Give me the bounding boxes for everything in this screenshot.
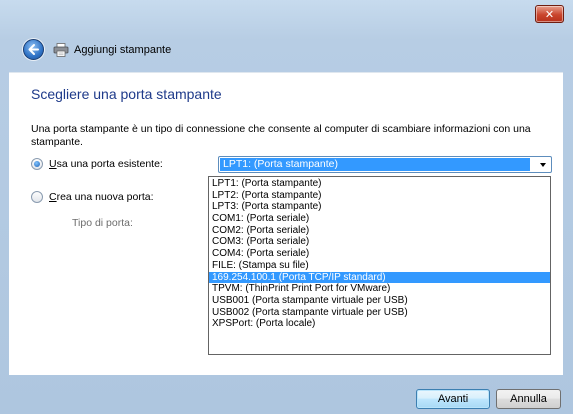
page-description: Una porta stampante è un tipo di conness… xyxy=(31,123,531,148)
port-option-highlighted[interactable]: 169.254.100.1 (Porta TCP/IP standard) xyxy=(209,271,550,284)
back-button[interactable] xyxy=(23,39,44,60)
port-option[interactable]: USB001 (Porta stampante virtuale per USB… xyxy=(209,295,550,307)
radio-existing-port-indicator[interactable] xyxy=(31,158,43,170)
chevron-down-icon[interactable] xyxy=(540,163,546,167)
back-arrow-icon xyxy=(28,44,39,55)
printer-icon xyxy=(53,43,69,57)
port-option[interactable]: FILE: (Stampa su file) xyxy=(209,260,550,272)
port-option[interactable]: XPSPort: (Porta locale) xyxy=(209,318,550,330)
port-option[interactable]: LPT3: (Porta stampante) xyxy=(209,201,550,213)
port-option[interactable]: COM3: (Porta seriale) xyxy=(209,236,550,248)
window-title: Aggiungi stampante xyxy=(74,44,172,56)
radio-new-port-indicator[interactable] xyxy=(31,191,43,203)
port-dropdown-list[interactable]: LPT1: (Porta stampante) LPT2: (Porta sta… xyxy=(208,176,551,355)
radio-existing-port-label: Usa una porta esistente: xyxy=(49,158,163,170)
port-option[interactable]: LPT2: (Porta stampante) xyxy=(209,190,550,202)
port-option[interactable]: COM2: (Porta seriale) xyxy=(209,225,550,237)
cancel-button[interactable]: Annulla xyxy=(496,389,561,409)
radio-existing-port[interactable]: Usa una porta esistente: xyxy=(31,157,163,171)
page-heading: Scegliere una porta stampante xyxy=(31,86,222,102)
add-printer-window: ✕ Aggiungi stampante Scegliere una porta… xyxy=(0,0,573,414)
port-type-label: Tipo di porta: xyxy=(72,217,133,229)
radio-new-port-label: Crea una nuova porta: xyxy=(49,191,154,203)
close-button[interactable]: ✕ xyxy=(535,5,564,23)
existing-port-select-value: LPT1: (Porta stampante) xyxy=(220,158,530,171)
port-option[interactable]: COM1: (Porta seriale) xyxy=(209,213,550,225)
port-option[interactable]: USB002 (Porta stampante virtuale per USB… xyxy=(209,307,550,319)
wizard-header: Aggiungi stampante xyxy=(0,30,573,72)
port-option[interactable]: COM4: (Porta seriale) xyxy=(209,248,550,260)
close-icon: ✕ xyxy=(544,7,555,21)
port-option[interactable]: LPT1: (Porta stampante) xyxy=(209,178,550,190)
radio-new-port[interactable]: Crea una nuova porta: xyxy=(31,190,154,204)
existing-port-select[interactable]: LPT1: (Porta stampante) xyxy=(218,156,552,173)
next-button[interactable]: Avanti xyxy=(416,389,490,409)
port-option[interactable]: TPVM: (ThinPrint Print Port for VMware) xyxy=(209,283,550,295)
